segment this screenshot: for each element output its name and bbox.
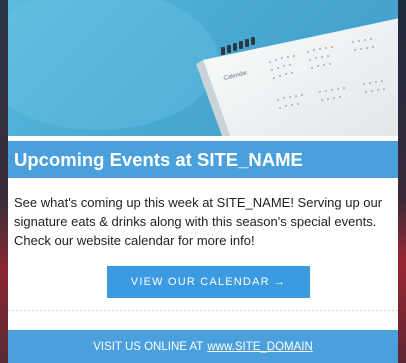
background-right-edge [398,0,406,363]
email-card: Calendar Upcoming Events at SITE_NAME Se… [8,0,398,363]
page-title: Upcoming Events at SITE_NAME [14,149,303,170]
section-divider [8,310,398,311]
view-calendar-button[interactable]: VIEW OUR CALENDAR → [107,266,310,298]
calendar-photo-icon: Calendar [8,0,398,136]
event-description: See what's coming up this week at SITE_N… [14,195,383,248]
hero-calendar-image: Calendar [8,0,398,136]
footer-bar: VISIT US ONLINE AT www.SITE_DOMAIN [8,330,398,363]
background-left-edge [0,0,8,363]
title-bar: Upcoming Events at SITE_NAME [8,141,398,178]
site-domain-link[interactable]: www.SITE_DOMAIN [207,341,312,353]
footer-prefix: VISIT US ONLINE AT [93,340,204,353]
